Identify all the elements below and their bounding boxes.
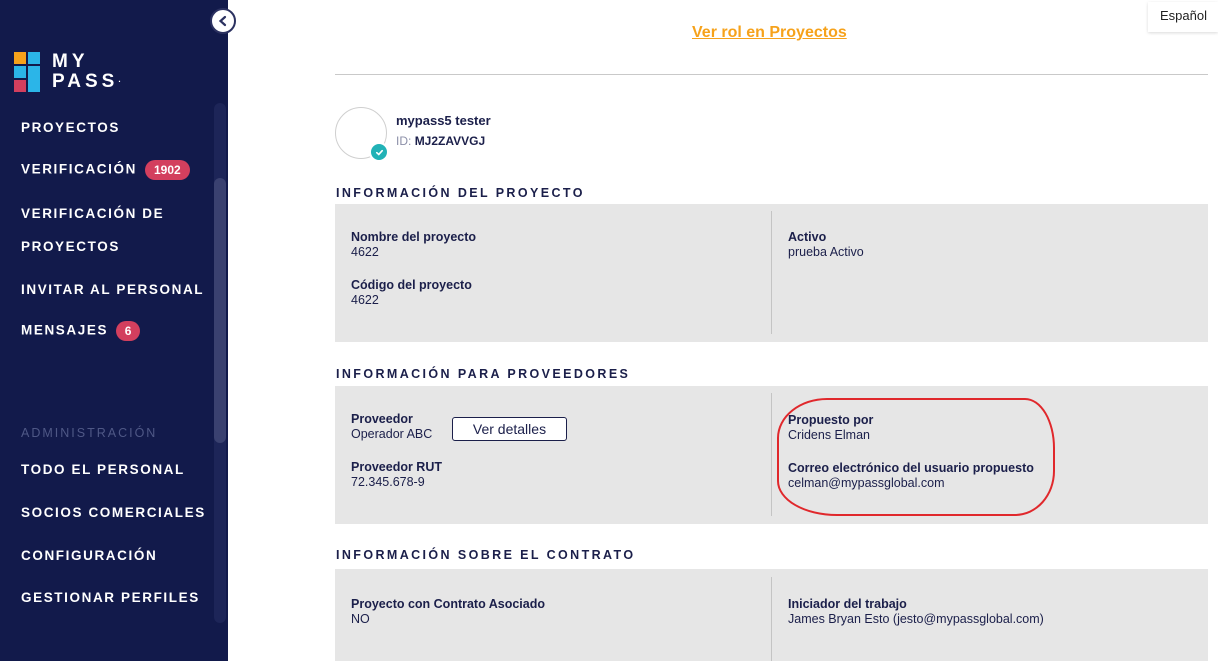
contract-associated-value: NO [351, 612, 370, 626]
verification-count-badge: 1902 [144, 160, 190, 180]
nav-verificacion[interactable]: VERIFICACIÓN 1902 [21, 160, 190, 180]
nav-label: INVITAR AL PERSONAL [21, 282, 205, 297]
header-divider [335, 74, 1208, 75]
nav-socios-comerciales[interactable]: SOCIOS COMERCIALES [21, 505, 206, 520]
mypass-logo[interactable]: MY PASS· [14, 52, 214, 94]
red-highlight-annotation [777, 398, 1055, 516]
nav-mensajes[interactable]: MENSAJES 6 [21, 321, 141, 341]
profile-id: ID: MJ2ZAVVGJ [396, 134, 485, 148]
contract-associated-label: Proyecto con Contrato Asociado [351, 597, 546, 611]
supplier-value: Operador ABC [351, 427, 433, 441]
project-name-value: 4622 [351, 245, 379, 259]
verified-check-icon [369, 142, 389, 162]
admin-section-header: ADMINISTRACIÓN [21, 426, 158, 440]
profile-id-value: MJ2ZAVVGJ [414, 134, 486, 148]
nav-gestionar-perfiles[interactable]: GESTIONAR PERFILES [21, 590, 200, 605]
supplier-rut-label: Proveedor RUT [351, 460, 442, 474]
contract-info-divider [771, 577, 772, 661]
view-role-in-projects-link[interactable]: Ver rol en Proyectos [692, 24, 847, 42]
view-details-button[interactable]: Ver detalles [452, 417, 567, 441]
project-info-divider [771, 211, 772, 334]
nav-label: CONFIGURACIÓN [21, 548, 158, 563]
logo-mark-dot: · [118, 77, 122, 86]
project-code-label: Código del proyecto [351, 278, 472, 292]
contract-info-title: INFORMACIÓN SOBRE EL CONTRATO [336, 548, 636, 562]
sidebar: MY PASS· PROYECTOS VERIFICACIÓN 1902 VERI… [0, 0, 228, 661]
nav-verificacion-de-proyectos[interactable]: VERIFICACIÓN DE [21, 206, 164, 221]
nav-label: SOCIOS COMERCIALES [21, 505, 206, 520]
nav-label: TODO EL PERSONAL [21, 462, 185, 477]
nav-label: PROYECTOS [21, 120, 120, 135]
profile-name: mypass5 tester [396, 113, 491, 128]
nav-invitar-al-personal[interactable]: INVITAR AL PERSONAL [21, 282, 204, 297]
messages-count-badge: 6 [116, 321, 141, 341]
project-name-label: Nombre del proyecto [351, 230, 477, 244]
nav-label: PROYECTOS [21, 239, 120, 254]
sidebar-scrollbar-thumb[interactable] [214, 178, 226, 443]
nav-label: MENSAJES [21, 322, 109, 338]
logo-text: MY PASS· [52, 52, 121, 92]
nav-verificacion-de-proyectos-line2[interactable]: PROYECTOS [21, 239, 120, 254]
supplier-info-title: INFORMACIÓN PARA PROVEEDORES [336, 367, 631, 381]
project-code-value: 4622 [351, 293, 379, 307]
project-info-title: INFORMACIÓN DEL PROYECTO [336, 186, 585, 200]
language-selector[interactable]: Español [1148, 2, 1218, 32]
project-status-label: Activo [788, 230, 827, 244]
logo-line-2: PASS [52, 71, 119, 92]
nav-label: VERIFICACIÓN [21, 161, 137, 177]
work-initiator-label: Iniciador del trabajo [788, 597, 907, 611]
work-initiator-value: James Bryan Esto (jesto@mypassglobal.com… [788, 612, 1044, 626]
project-status-value: prueba Activo [788, 245, 864, 259]
nav-label: VERIFICACIÓN DE [21, 206, 165, 221]
supplier-label: Proveedor [351, 412, 413, 426]
logo-line-1: MY [52, 51, 89, 72]
nav-proyectos[interactable]: PROYECTOS [21, 120, 120, 135]
nav-label: GESTIONAR PERFILES [21, 590, 200, 605]
profile-id-label: ID: [396, 134, 412, 148]
supplier-rut-value: 72.345.678-9 [351, 475, 425, 489]
nav-todo-el-personal[interactable]: TODO EL PERSONAL [21, 462, 185, 477]
logo-mark-icon [14, 52, 40, 92]
chevron-left-icon [218, 15, 227, 27]
nav-configuracion[interactable]: CONFIGURACIÓN [21, 548, 157, 563]
supplier-info-divider [771, 393, 772, 516]
collapse-sidebar-button[interactable] [210, 8, 236, 34]
